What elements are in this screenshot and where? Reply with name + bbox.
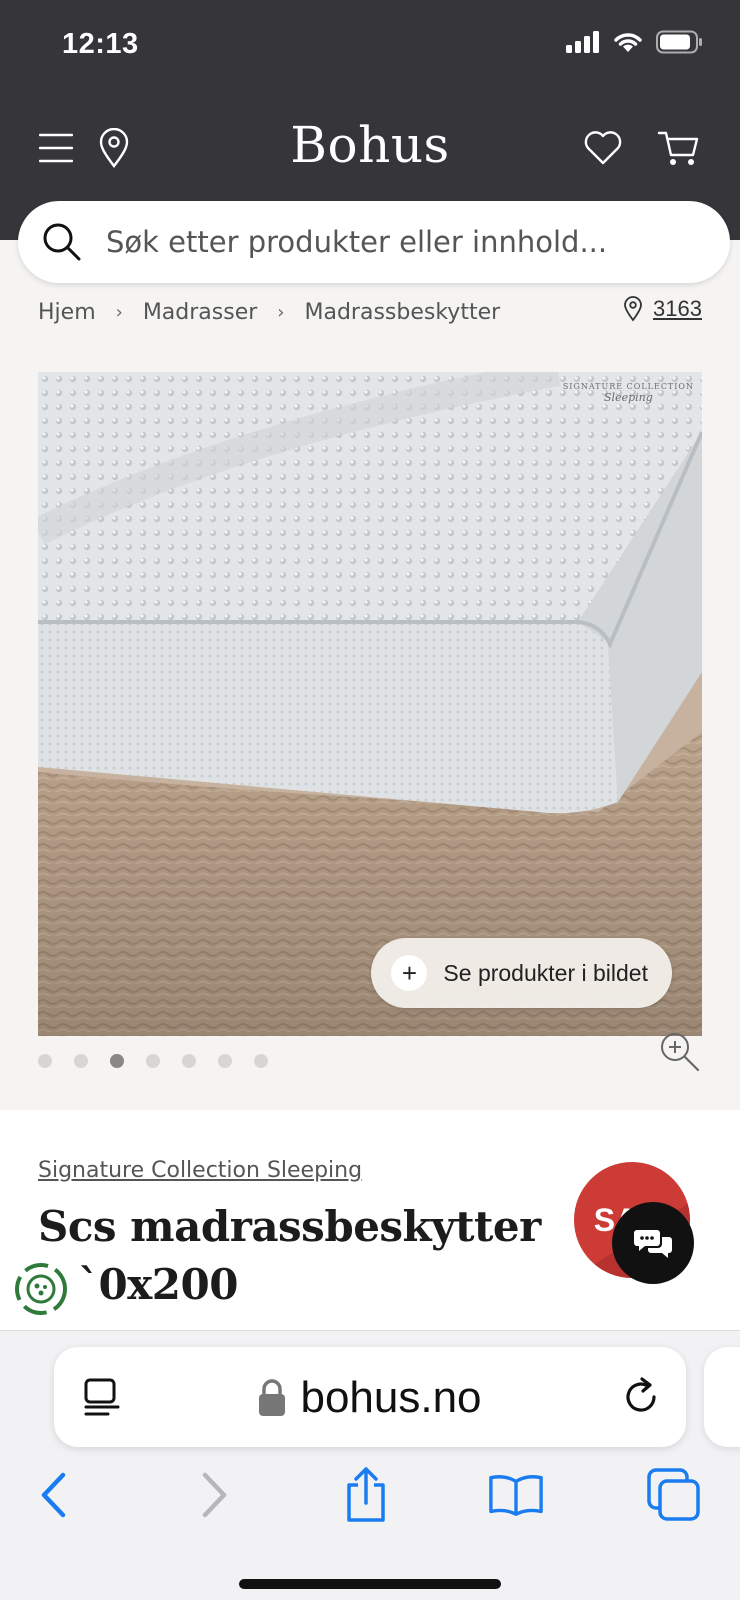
signal-icon xyxy=(566,31,599,53)
product-info: Signature Collection Sleeping Scs madras… xyxy=(0,1110,740,1330)
cart-icon[interactable] xyxy=(656,126,700,170)
breadcrumb-separator: › xyxy=(115,301,123,323)
search-input[interactable] xyxy=(106,225,730,259)
zoom-in-icon[interactable] xyxy=(658,1030,702,1074)
store-number[interactable]: 3163 xyxy=(653,296,702,322)
see-products-label: Se produkter i bildet xyxy=(443,959,648,986)
search-icon[interactable] xyxy=(40,220,84,264)
gallery-dot[interactable] xyxy=(74,1054,88,1068)
search-bar[interactable] xyxy=(18,201,730,283)
bookmarks-icon[interactable] xyxy=(488,1467,544,1523)
gallery-dot[interactable] xyxy=(146,1054,160,1068)
gallery-dot[interactable] xyxy=(218,1054,232,1068)
breadcrumb-separator: › xyxy=(277,301,285,323)
share-icon[interactable] xyxy=(338,1467,394,1523)
address-bar[interactable]: bohus.no xyxy=(54,1347,686,1447)
home-indicator[interactable] xyxy=(239,1579,501,1589)
mattress-protector-photo xyxy=(38,372,702,1036)
see-products-button[interactable]: + Se produkter i bildet xyxy=(371,938,672,1008)
status-time: 12:13 xyxy=(62,28,139,60)
product-brand-link[interactable]: Signature Collection Sleeping xyxy=(38,1158,362,1183)
url-text: bohus.no xyxy=(300,1373,482,1422)
breadcrumb-item-protector[interactable]: Madrassbeskytter xyxy=(305,300,501,325)
heart-icon[interactable] xyxy=(581,126,625,170)
url-display[interactable]: bohus.no xyxy=(54,1373,686,1423)
screen: 12:13 Bohus Søk etter produkter eller in… xyxy=(0,0,740,1600)
gallery-pagination xyxy=(38,1054,268,1068)
breadcrumb: Hjem › Madrasser › Madrassbeskytter xyxy=(38,296,500,328)
gallery-dot-active[interactable] xyxy=(110,1054,124,1068)
back-icon[interactable] xyxy=(26,1467,82,1523)
plus-icon: + xyxy=(391,955,428,991)
browser-toolbar xyxy=(0,1457,740,1537)
brand-watermark: SIGNATURE COLLECTION Sleeping xyxy=(562,382,694,404)
status-icons xyxy=(566,30,704,54)
chat-icon xyxy=(634,1230,672,1258)
eco-icon[interactable] xyxy=(14,1262,68,1316)
breadcrumb-item-mattresses[interactable]: Madrasser xyxy=(143,300,257,325)
next-tab-peek[interactable] xyxy=(704,1347,740,1447)
reload-icon[interactable] xyxy=(620,1375,664,1419)
battery-icon xyxy=(656,30,702,54)
product-title: Scs madrassbeskytter `0x200 xyxy=(38,1202,541,1309)
bohus-logo[interactable]: Bohus xyxy=(0,116,740,174)
forward-icon[interactable] xyxy=(186,1467,242,1523)
wifi-icon xyxy=(614,33,642,52)
store-selector[interactable]: 3163 xyxy=(623,296,702,322)
location-pin-icon xyxy=(624,296,642,322)
product-image[interactable]: SIGNATURE COLLECTION Sleeping + Se produ… xyxy=(38,372,702,1036)
breadcrumb-item-home[interactable]: Hjem xyxy=(38,300,96,325)
gallery-dot[interactable] xyxy=(182,1054,196,1068)
gallery-dot[interactable] xyxy=(38,1054,52,1068)
tabs-icon[interactable] xyxy=(646,1467,702,1523)
header-row: Bohus xyxy=(0,112,740,184)
browser-chrome: bohus.no xyxy=(0,1330,740,1600)
gallery-dot[interactable] xyxy=(254,1054,268,1068)
lock-icon xyxy=(259,1379,286,1416)
chat-button[interactable] xyxy=(612,1202,694,1284)
